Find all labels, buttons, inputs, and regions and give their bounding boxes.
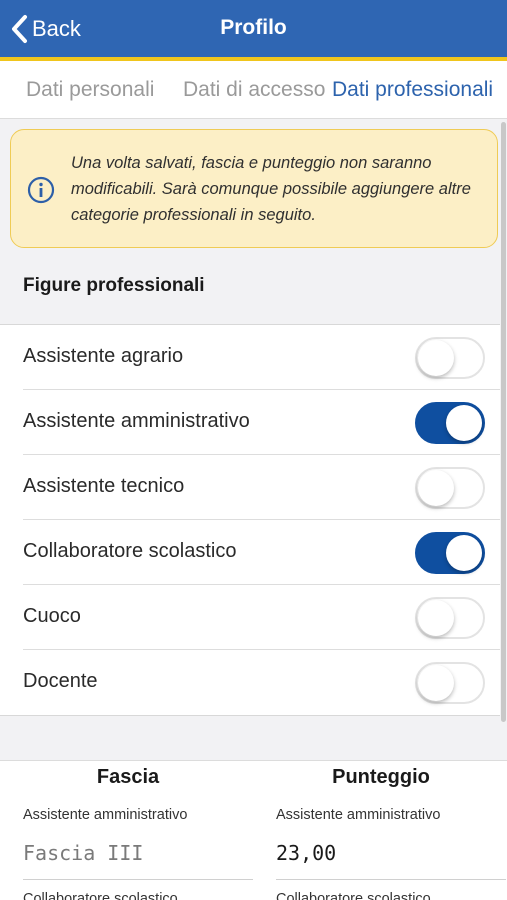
fascia-category-label: Assistente amministrativo: [23, 807, 188, 823]
section-title: Figure professionali: [23, 275, 205, 296]
figure-label: Cuoco: [23, 605, 81, 627]
punteggio-header: Punteggio: [332, 766, 430, 788]
toggle-knob: [446, 535, 482, 571]
page-title: Profilo: [220, 16, 287, 39]
punteggio-category-label: Assistente amministrativo: [276, 807, 441, 823]
figure-label: Assistente amministrativo: [23, 410, 250, 432]
punteggio-value: 23,00: [276, 841, 337, 865]
tab-dati-di-accesso[interactable]: Dati di accesso: [183, 78, 325, 102]
tab-dati-professionali[interactable]: Dati professionali: [332, 78, 493, 102]
fascia-category-label: Collaboratore scolastico: [23, 891, 178, 900]
fascia-value: Fascia III: [23, 841, 144, 865]
tab-dati-personali[interactable]: Dati personali: [26, 78, 154, 102]
divider: [23, 879, 253, 880]
figure-label: Collaboratore scolastico: [23, 540, 237, 562]
toggle-assistente-amministrativo[interactable]: [415, 402, 485, 444]
list-item: Cuoco: [23, 585, 500, 650]
toggle-docente[interactable]: [415, 662, 485, 704]
info-circle-icon: [27, 176, 55, 204]
figure-label: Docente: [23, 670, 98, 692]
toggle-collaboratore-scolastico[interactable]: [415, 532, 485, 574]
results-panel: Fascia Assistente amministrativo Fascia …: [0, 760, 507, 900]
figure-label: Assistente tecnico: [23, 475, 185, 497]
scrollbar[interactable]: [501, 122, 506, 722]
toggle-knob: [418, 665, 454, 701]
punteggio-category-label: Collaboratore scolastico: [276, 891, 431, 900]
toggle-knob: [418, 600, 454, 636]
figure-label: Assistente agrario: [23, 345, 184, 367]
navigation-bar: Back Profilo: [0, 0, 507, 57]
toggle-knob: [418, 340, 454, 376]
list-item: Assistente agrario: [23, 325, 500, 390]
toggle-knob: [446, 405, 482, 441]
divider: [276, 879, 506, 880]
list-item: Assistente amministrativo: [23, 390, 500, 455]
list-item: Collaboratore scolastico: [23, 520, 500, 585]
figure-list: Assistente agrario Assistente amministra…: [0, 324, 500, 716]
toggle-knob: [418, 470, 454, 506]
toggle-assistente-tecnico[interactable]: [415, 467, 485, 509]
info-notice: Una volta salvati, fascia e punteggio no…: [10, 129, 498, 248]
fascia-header: Fascia: [96, 766, 160, 788]
info-notice-text: Una volta salvati, fascia e punteggio no…: [71, 154, 471, 224]
list-item: Assistente tecnico: [23, 455, 500, 520]
profile-tabs: Dati personali Dati di accesso Dati prof…: [0, 61, 507, 119]
toggle-cuoco[interactable]: [415, 597, 485, 639]
list-item: Docente: [23, 650, 500, 715]
toggle-assistente-agrario[interactable]: [415, 337, 485, 379]
